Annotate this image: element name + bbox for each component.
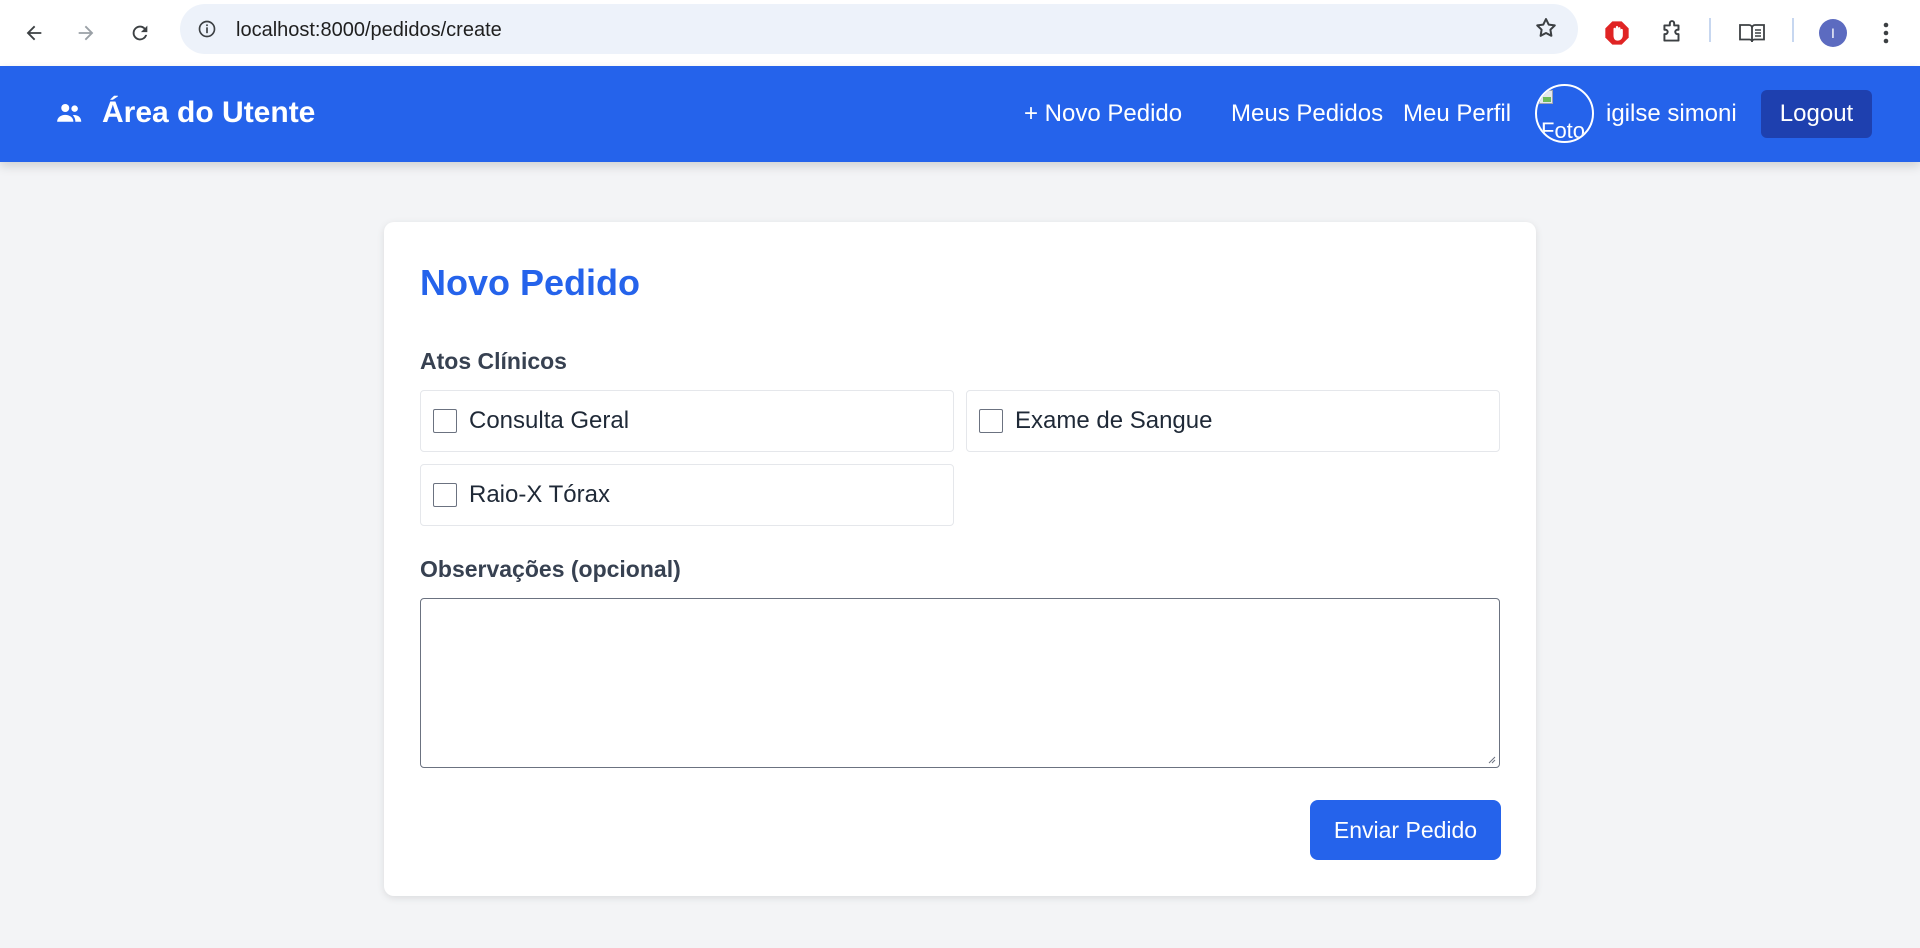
- reload-icon[interactable]: [120, 13, 160, 53]
- ato-option-exame-de-sangue[interactable]: Exame de Sangue: [966, 390, 1500, 452]
- checkbox[interactable]: [433, 409, 457, 433]
- url-text[interactable]: localhost:8000/pedidos/create: [236, 19, 502, 42]
- app-header: Área do Utente + Novo Pedido Meus Pedido…: [0, 66, 1920, 162]
- extensions-puzzle-icon[interactable]: [1652, 13, 1692, 53]
- ato-option-label: Raio-X Tórax: [469, 481, 610, 508]
- user-name: igilse simoni: [1606, 100, 1737, 127]
- browser-toolbar: localhost:8000/pedidos/create I: [0, 0, 1920, 66]
- site-info-icon[interactable]: [194, 16, 220, 42]
- checkbox[interactable]: [979, 409, 1003, 433]
- nav-meus-pedidos[interactable]: Meus Pedidos: [1231, 100, 1383, 128]
- avatar-alt-text: Foto: [1541, 118, 1586, 143]
- ato-option-consulta-geral[interactable]: Consulta Geral: [420, 390, 954, 452]
- extension-stop-icon[interactable]: [1597, 13, 1637, 53]
- user-avatar[interactable]: Foto: [1535, 84, 1594, 143]
- atos-clinicos-label: Atos Clínicos: [420, 348, 567, 374]
- toolbar-divider: [1709, 18, 1711, 42]
- brand-title: Área do Utente: [102, 96, 316, 129]
- new-request-card: Novo Pedido Atos Clínicos Consulta Geral…: [384, 222, 1536, 896]
- ato-option-raio-x-torax[interactable]: Raio-X Tórax: [420, 464, 954, 526]
- resize-grip-icon[interactable]: [1486, 754, 1496, 764]
- broken-image-icon: [1539, 90, 1553, 104]
- nav-novo-pedido[interactable]: + Novo Pedido: [1024, 100, 1182, 128]
- bookmark-star-icon[interactable]: [1534, 16, 1558, 45]
- browser-menu-icon[interactable]: [1866, 13, 1906, 53]
- toolbar-divider: [1792, 18, 1794, 42]
- back-icon[interactable]: [14, 13, 54, 53]
- logout-button[interactable]: Logout: [1761, 90, 1872, 138]
- reading-list-icon[interactable]: [1732, 13, 1772, 53]
- observacoes-textarea[interactable]: [420, 598, 1500, 768]
- submit-button[interactable]: Enviar Pedido: [1310, 800, 1501, 860]
- ato-option-label: Exame de Sangue: [1015, 407, 1213, 434]
- page-title: Novo Pedido: [420, 262, 641, 303]
- ato-option-label: Consulta Geral: [469, 407, 630, 434]
- users-icon: [57, 104, 82, 122]
- nav-meu-perfil[interactable]: Meu Perfil: [1403, 100, 1511, 128]
- brand[interactable]: Área do Utente: [54, 96, 315, 130]
- profile-initial: I: [1819, 19, 1847, 47]
- observacoes-label: Observações (opcional): [420, 556, 681, 582]
- address-bar[interactable]: localhost:8000/pedidos/create: [180, 4, 1578, 54]
- checkbox[interactable]: [433, 483, 457, 507]
- forward-icon[interactable]: [66, 13, 106, 53]
- profile-avatar-icon[interactable]: I: [1813, 13, 1853, 53]
